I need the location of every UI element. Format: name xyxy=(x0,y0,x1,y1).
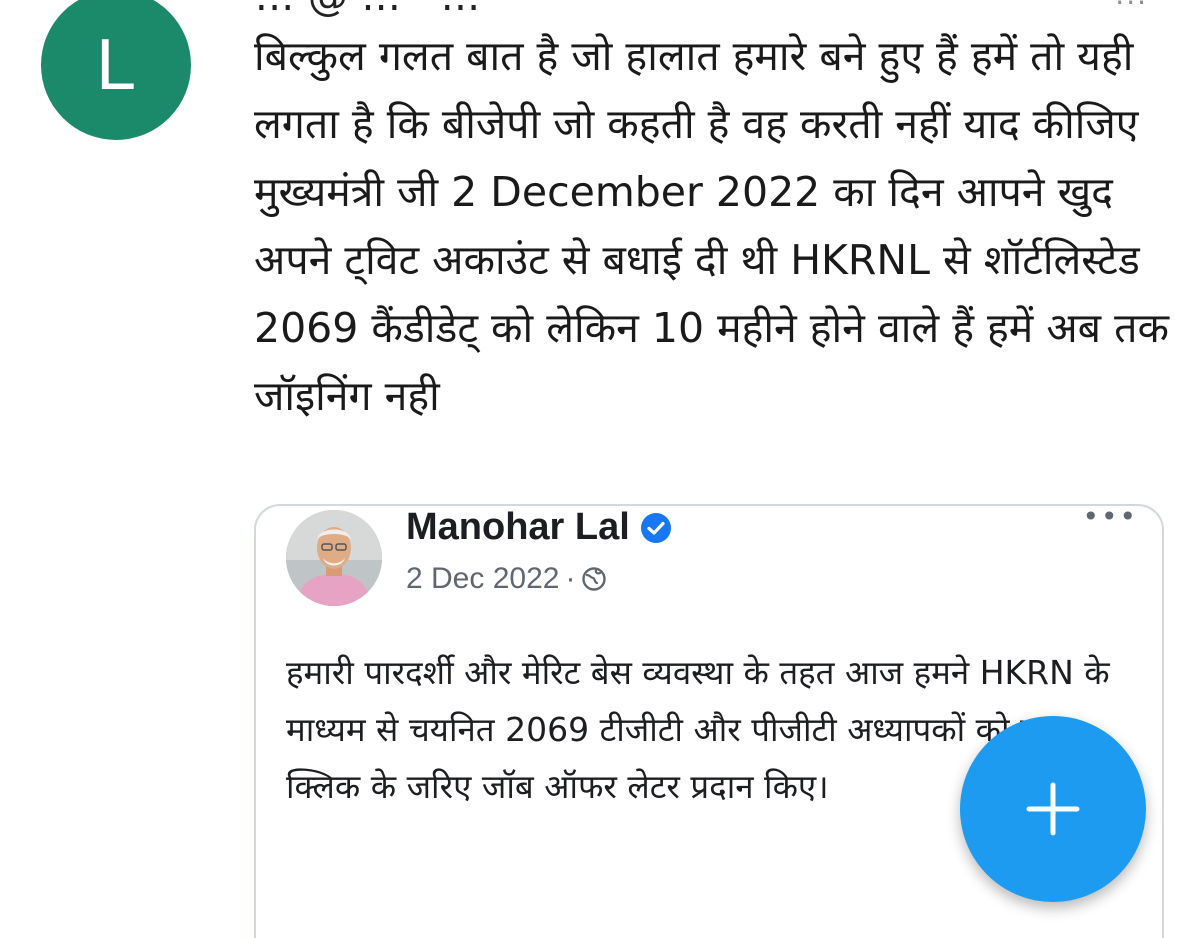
quoted-more-icon[interactable]: ••• xyxy=(1082,500,1138,533)
quoted-post-date[interactable]: 2 Dec 2022 xyxy=(406,562,559,596)
quoted-author-name[interactable]: Manohar Lal xyxy=(406,506,630,549)
reply-thread-view: L ... @ ... · ... ··· बिल्कुल गलत बात है… xyxy=(0,0,1200,938)
quoted-post-meta: 2 Dec 2022 · xyxy=(406,562,607,596)
avatar-initial: L xyxy=(95,25,137,105)
person-photo-icon xyxy=(286,510,382,606)
verified-badge-icon xyxy=(640,512,672,544)
reply-body-text: बिल्कुल गलत बात है जो हालात हमारे बने हु… xyxy=(254,32,1169,420)
reply-more-icon[interactable]: ··· xyxy=(1115,0,1148,19)
plus-icon xyxy=(1026,782,1080,836)
quoted-author-row: Manohar Lal xyxy=(406,506,672,549)
quoted-author-avatar[interactable] xyxy=(286,510,382,606)
compose-fab-button[interactable] xyxy=(960,716,1146,902)
reply-author-avatar[interactable]: L xyxy=(41,0,191,140)
globe-icon xyxy=(581,566,607,592)
meta-separator: · xyxy=(565,562,576,595)
reply-header[interactable]: ... @ ... · ... xyxy=(255,0,481,20)
